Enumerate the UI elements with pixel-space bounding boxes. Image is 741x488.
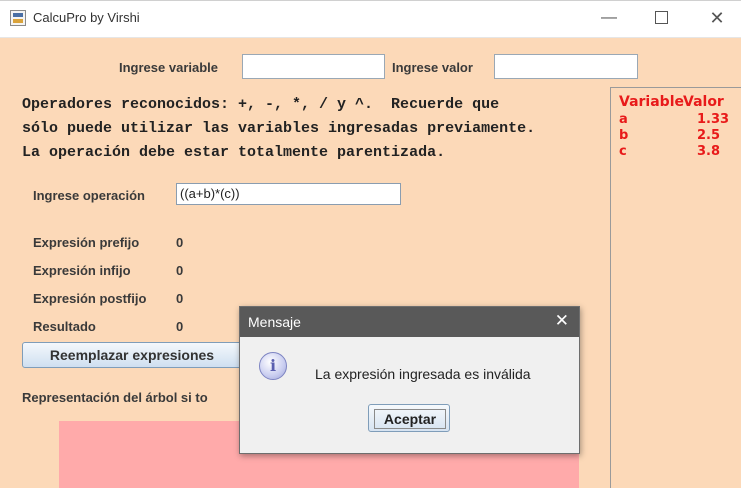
postfix-value: 0 xyxy=(176,291,184,306)
variable-input[interactable] xyxy=(242,54,385,79)
variable-value: 3.8 xyxy=(697,144,721,159)
title-bar: CalcuPro by Virshi — ✕ xyxy=(0,0,741,38)
close-button[interactable]: ✕ xyxy=(702,6,732,30)
instruction-line: sólo puede utilizar las variables ingres… xyxy=(22,120,536,137)
instructions-text: Operadores reconocidos: +, -, *, / y ^. … xyxy=(22,93,535,165)
variable-name: a xyxy=(619,112,628,127)
infix-value: 0 xyxy=(176,263,184,278)
value-input[interactable] xyxy=(494,54,638,79)
message-dialog: Mensaje ✕ i La expresión ingresada es in… xyxy=(239,306,580,454)
app-icon xyxy=(10,10,26,26)
info-icon: i xyxy=(259,352,287,380)
variable-name: c xyxy=(619,144,627,159)
result-label: Resultado xyxy=(33,319,96,334)
accept-button-label: Aceptar xyxy=(374,409,446,429)
accept-button[interactable]: Aceptar xyxy=(368,404,450,432)
instruction-line: La operación debe estar totalmente paren… xyxy=(22,144,446,161)
maximize-icon xyxy=(654,11,668,25)
minimize-button[interactable]: — xyxy=(594,6,624,30)
dialog-title-bar: Mensaje ✕ xyxy=(240,307,579,337)
variables-header-variable: Variable xyxy=(619,94,684,110)
operation-label: Ingrese operación xyxy=(33,188,145,203)
result-value: 0 xyxy=(176,319,184,334)
top-border xyxy=(0,0,741,1)
prefix-value: 0 xyxy=(176,235,184,250)
postfix-label: Expresión postfijo xyxy=(33,291,147,306)
variable-name: b xyxy=(619,128,629,143)
variable-value: 1.33 xyxy=(697,112,730,127)
operation-input[interactable]: ((a+b)*(c)) xyxy=(176,183,401,205)
window-title: CalcuPro by Virshi xyxy=(33,10,140,25)
variable-value: 2.5 xyxy=(697,128,721,143)
infix-label: Expresión infijo xyxy=(33,263,131,278)
dialog-title: Mensaje xyxy=(248,314,301,330)
prefix-label: Expresión prefijo xyxy=(33,235,140,250)
variable-label: Ingrese variable xyxy=(119,60,218,75)
dialog-message: La expresión ingresada es inválida xyxy=(315,366,531,382)
dialog-close-button[interactable]: ✕ xyxy=(555,311,569,331)
instruction-line: Operadores reconocidos: +, -, *, / y ^. … xyxy=(22,96,500,113)
variables-panel xyxy=(610,87,741,488)
replace-expressions-button[interactable]: Reemplazar expresiones xyxy=(22,342,242,368)
value-label: Ingrese valor xyxy=(392,60,473,75)
variables-header-valor: Valor xyxy=(683,94,724,110)
maximize-button[interactable] xyxy=(646,6,676,30)
tree-label: Representación del árbol si to xyxy=(22,390,208,405)
